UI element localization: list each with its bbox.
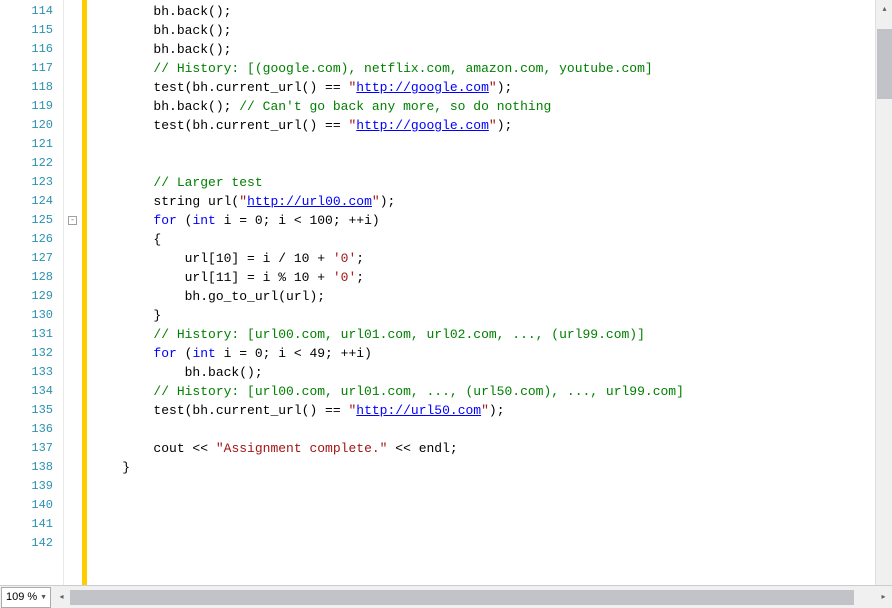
code-line[interactable]: url[10] = i / 10 + '0'; bbox=[87, 249, 892, 268]
code-line[interactable]: { bbox=[87, 230, 892, 249]
line-number: 130 bbox=[0, 306, 63, 325]
code-line[interactable]: for (int i = 0; i < 100; ++i) bbox=[87, 211, 892, 230]
line-number: 114 bbox=[0, 2, 63, 21]
vertical-scroll-thumb[interactable] bbox=[877, 29, 892, 99]
chevron-down-icon: ▼ bbox=[40, 594, 47, 601]
line-number: 119 bbox=[0, 97, 63, 116]
code-line[interactable]: url[11] = i % 10 + '0'; bbox=[87, 268, 892, 287]
line-number: 115 bbox=[0, 21, 63, 40]
status-bar: 109 % ▼ ◂ ▸ bbox=[0, 585, 892, 608]
line-number: 126 bbox=[0, 230, 63, 249]
line-number: 121 bbox=[0, 135, 63, 154]
line-number: 122 bbox=[0, 154, 63, 173]
code-line[interactable]: test(bh.current_url() == "http://google.… bbox=[87, 116, 892, 135]
code-editor: 1141151161171181191201211221231241251261… bbox=[0, 0, 892, 585]
line-number: 134 bbox=[0, 382, 63, 401]
line-number: 118 bbox=[0, 78, 63, 97]
code-line[interactable]: } bbox=[87, 306, 892, 325]
line-number: 133 bbox=[0, 363, 63, 382]
scroll-up-arrow-icon[interactable]: ▴ bbox=[876, 0, 892, 17]
line-number: 141 bbox=[0, 515, 63, 534]
line-number-gutter: 1141151161171181191201211221231241251261… bbox=[0, 0, 64, 585]
code-line[interactable]: bh.go_to_url(url); bbox=[87, 287, 892, 306]
line-number: 142 bbox=[0, 534, 63, 553]
code-line[interactable]: bh.back(); bbox=[87, 363, 892, 382]
vertical-scrollbar[interactable]: ▴ bbox=[875, 0, 892, 585]
scroll-right-arrow-icon[interactable]: ▸ bbox=[875, 589, 892, 606]
code-line[interactable] bbox=[87, 515, 892, 534]
code-line[interactable]: // History: [url00.com, url01.com, ..., … bbox=[87, 382, 892, 401]
scroll-left-arrow-icon[interactable]: ◂ bbox=[53, 589, 70, 606]
zoom-dropdown[interactable]: 109 % ▼ bbox=[1, 587, 51, 608]
code-line[interactable] bbox=[87, 477, 892, 496]
code-line[interactable]: bh.back(); bbox=[87, 21, 892, 40]
code-line[interactable]: string url("http://url00.com"); bbox=[87, 192, 892, 211]
code-line[interactable] bbox=[87, 154, 892, 173]
code-line[interactable]: bh.back(); // Can't go back any more, so… bbox=[87, 97, 892, 116]
line-number: 139 bbox=[0, 477, 63, 496]
line-number: 125 bbox=[0, 211, 63, 230]
line-number: 123 bbox=[0, 173, 63, 192]
code-text-area[interactable]: bh.back(); bh.back(); bh.back(); // Hist… bbox=[87, 0, 892, 585]
fold-column: - bbox=[64, 0, 82, 585]
line-number: 131 bbox=[0, 325, 63, 344]
code-line[interactable]: // History: [(google.com), netflix.com, … bbox=[87, 59, 892, 78]
horizontal-scrollbar[interactable] bbox=[70, 589, 875, 606]
code-line[interactable]: } bbox=[87, 458, 892, 477]
line-number: 117 bbox=[0, 59, 63, 78]
line-number: 124 bbox=[0, 192, 63, 211]
code-line[interactable]: test(bh.current_url() == "http://url50.c… bbox=[87, 401, 892, 420]
code-line[interactable]: test(bh.current_url() == "http://google.… bbox=[87, 78, 892, 97]
code-line[interactable] bbox=[87, 534, 892, 553]
code-line[interactable]: cout << "Assignment complete." << endl; bbox=[87, 439, 892, 458]
line-number: 127 bbox=[0, 249, 63, 268]
line-number: 140 bbox=[0, 496, 63, 515]
line-number: 132 bbox=[0, 344, 63, 363]
code-line[interactable]: // History: [url00.com, url01.com, url02… bbox=[87, 325, 892, 344]
fold-toggle-icon[interactable]: - bbox=[68, 216, 77, 225]
line-number: 128 bbox=[0, 268, 63, 287]
code-line[interactable] bbox=[87, 496, 892, 515]
code-line[interactable]: bh.back(); bbox=[87, 40, 892, 59]
zoom-value: 109 % bbox=[6, 591, 37, 603]
line-number: 137 bbox=[0, 439, 63, 458]
code-line[interactable] bbox=[87, 135, 892, 154]
horizontal-scroll-thumb[interactable] bbox=[70, 590, 854, 605]
line-number: 135 bbox=[0, 401, 63, 420]
code-line[interactable]: for (int i = 0; i < 49; ++i) bbox=[87, 344, 892, 363]
line-number: 129 bbox=[0, 287, 63, 306]
code-line[interactable]: // Larger test bbox=[87, 173, 892, 192]
line-number: 136 bbox=[0, 420, 63, 439]
line-number: 138 bbox=[0, 458, 63, 477]
code-line[interactable]: bh.back(); bbox=[87, 2, 892, 21]
code-line[interactable] bbox=[87, 420, 892, 439]
line-number: 116 bbox=[0, 40, 63, 59]
line-number: 120 bbox=[0, 116, 63, 135]
